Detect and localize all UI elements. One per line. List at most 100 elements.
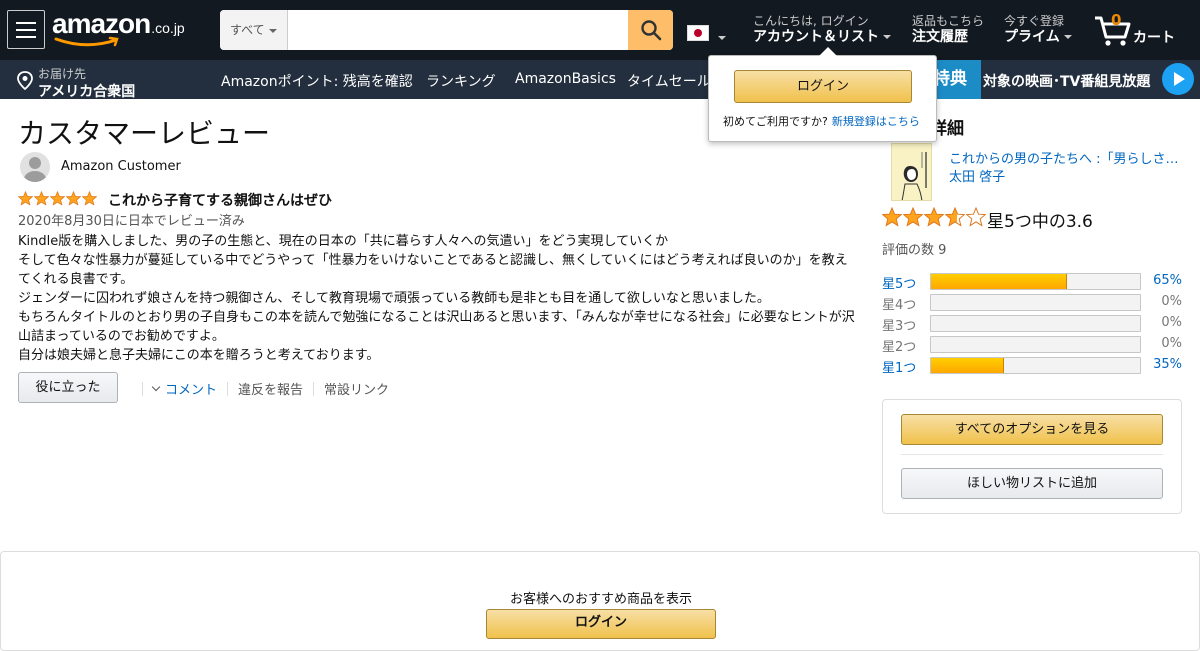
avatar	[20, 152, 50, 182]
review-paragraph: もちろんタイトルのとおり男の子自身もこの本を読んで勉強になることは沢山あると思い…	[18, 310, 855, 344]
chevron-down-icon	[268, 28, 277, 33]
histogram-bar	[930, 357, 1141, 374]
divider	[227, 381, 229, 396]
reviewer-name[interactable]: Amazon Customer	[61, 159, 181, 174]
histogram-fill	[931, 358, 1005, 373]
review-paragraph: 自分は娘夫婦と息子夫婦にこの本を贈ろうと考えております。	[18, 348, 380, 363]
search-icon	[640, 20, 661, 41]
cart-button[interactable]: 0 カート	[1093, 10, 1183, 50]
search-input[interactable]	[288, 10, 628, 50]
search-bar: すべて	[220, 10, 673, 50]
star-full-icon	[50, 191, 65, 206]
report-abuse-link[interactable]: 違反を報告	[238, 379, 303, 398]
histogram-percent: 0%	[1161, 336, 1182, 351]
account-menu[interactable]: こんにちは, ログイン アカウント＆リスト	[753, 14, 891, 46]
chevron-down-icon	[1063, 35, 1072, 39]
star-full-icon	[882, 207, 902, 227]
book-cover-image[interactable]	[891, 143, 932, 201]
helpful-button[interactable]: 役に立った	[18, 372, 118, 403]
review-title[interactable]: これから子育てする親御さんはぜひ	[108, 190, 332, 210]
top-navigation-bar: amazon.co.jp すべて こんにちは, ログイン アカウント＆リスト 返…	[0, 0, 1200, 60]
review-star-rating[interactable]	[18, 191, 97, 206]
prime-menu[interactable]: 今すぐ登録 プライム	[1004, 14, 1072, 46]
book-cover-illustration	[901, 152, 927, 200]
logo-domain: .co.jp	[151, 20, 185, 36]
histogram-fill	[931, 274, 1067, 289]
review-body: Kindle版を購入しました、男の子の生態と、現在の日本の「共に暮らす人々への気…	[18, 232, 858, 365]
orders-label: 注文履歴	[912, 29, 968, 45]
register-link[interactable]: 新規登録はこちら	[832, 115, 920, 128]
histogram-row-2: 星2つ 0%	[882, 336, 1182, 355]
star-full-icon	[903, 207, 923, 227]
play-icon	[1162, 63, 1194, 95]
add-to-wishlist-button[interactable]: ほしい物リストに追加	[901, 468, 1163, 499]
permalink-link[interactable]: 常設リンク	[324, 379, 389, 398]
star-full-icon	[18, 191, 33, 206]
search-button[interactable]	[628, 10, 673, 50]
search-category-label: すべて	[230, 23, 265, 37]
histogram-bar	[930, 336, 1141, 353]
histogram-percent: 65%	[1153, 273, 1182, 288]
account-greeting: こんにちは, ログイン	[753, 14, 869, 28]
star-full-icon	[82, 191, 97, 206]
star-half-icon	[945, 207, 965, 227]
divider	[313, 381, 315, 396]
search-category-select[interactable]: すべて	[220, 10, 288, 50]
histogram-percent: 0%	[1161, 315, 1182, 330]
histogram-row-5[interactable]: 星5つ 65%	[882, 273, 1182, 292]
histogram-percent: 0%	[1161, 294, 1182, 309]
author-link[interactable]: 太田 啓子	[949, 166, 1005, 185]
histogram-bar	[930, 315, 1141, 332]
review-paragraph: そして色々な性暴力が蔓延している中でどうやって「性暴力をいけないことであると認識…	[18, 253, 848, 287]
histogram-row-1[interactable]: 星1つ 35%	[882, 357, 1182, 376]
recommendations-text: お客様へのおすすめ商品を表示	[509, 592, 692, 607]
review-paragraph: Kindle版を購入しました、男の子の生態と、現在の日本の「共に暮らす人々への気…	[18, 234, 669, 249]
promo-text: 対象の映画･TV番組見放題	[983, 74, 1151, 90]
nav-link-amazonbasics[interactable]: AmazonBasics	[515, 71, 616, 87]
average-rating: 星5つ中の3.6	[987, 212, 1093, 232]
review-date: 2020年8月30日に日本でレビュー済み	[18, 214, 245, 229]
star-full-icon	[34, 191, 49, 206]
product-title-link[interactable]: これからの男の子たちへ :「男らしさ」から自由になるためのレッスン	[949, 148, 1181, 167]
orders-returns-label: 返品もこちら	[912, 14, 985, 28]
recommendations-box: お客様へのおすすめ商品を表示 ログイン	[0, 551, 1200, 651]
buy-options-box: すべてのオプションを見る ほしい物リストに追加	[882, 399, 1182, 514]
nav-link-points[interactable]: Amazonポイント: 残高を確認	[221, 71, 413, 91]
deliver-country: アメリカ合衆国	[38, 84, 136, 100]
divider	[142, 381, 143, 396]
divider	[901, 454, 1163, 455]
comment-link[interactable]: コメント	[165, 379, 217, 398]
see-all-options-button[interactable]: すべてのオプションを見る	[901, 414, 1163, 445]
histogram-label: 星2つ	[882, 340, 917, 355]
histogram-percent: 35%	[1153, 357, 1182, 372]
chevron-down-icon	[718, 36, 726, 40]
page-title: カスタマーレビュー	[18, 117, 271, 150]
account-label: アカウント＆リスト	[753, 29, 879, 45]
histogram-label: 星4つ	[882, 298, 917, 313]
japan-flag-icon[interactable]	[687, 25, 709, 41]
prime-video-promo[interactable]: 特典 対象の映画･TV番組見放題	[925, 60, 1200, 99]
chevron-down-icon	[151, 382, 161, 391]
flyout-login-button[interactable]: ログイン	[734, 70, 912, 103]
nav-link-ranking[interactable]: ランキング	[426, 71, 496, 91]
cart-count: 0	[1111, 11, 1122, 29]
review-actions: コメント 違反を報告 常設リンク	[132, 379, 389, 398]
histogram-bar	[930, 294, 1141, 311]
product-star-rating[interactable]	[882, 207, 986, 227]
menu-icon[interactable]	[7, 10, 45, 49]
histogram-label: 星1つ	[882, 361, 917, 376]
nav-link-timesale[interactable]: タイムセール	[627, 71, 711, 91]
review-paragraph: ジェンダーに囚われず娘さんを持つ親御さん、そして教育現場で頑張っている教師も是非…	[18, 291, 770, 306]
star-empty-icon	[966, 207, 986, 227]
new-customer-text: 初めてご利用ですか?	[723, 115, 828, 128]
account-flyout: ログイン 初めてご利用ですか? 新規登録はこちら	[708, 47, 937, 142]
new-customer-prompt: 初めてご利用ですか? 新規登録はこちら	[723, 113, 920, 129]
histogram-row-4: 星4つ 0%	[882, 294, 1182, 313]
location-pin-icon	[17, 71, 33, 91]
logo-smile-icon	[54, 36, 119, 47]
histogram-label: 星3つ	[882, 319, 917, 334]
orders-link[interactable]: 返品もこちら 注文履歴	[912, 14, 984, 46]
recommendations-login-button[interactable]: ログイン	[486, 609, 716, 639]
amazon-logo[interactable]: amazon.co.jp	[52, 8, 185, 48]
prime-signup-label: 今すぐ登録	[1004, 14, 1065, 28]
